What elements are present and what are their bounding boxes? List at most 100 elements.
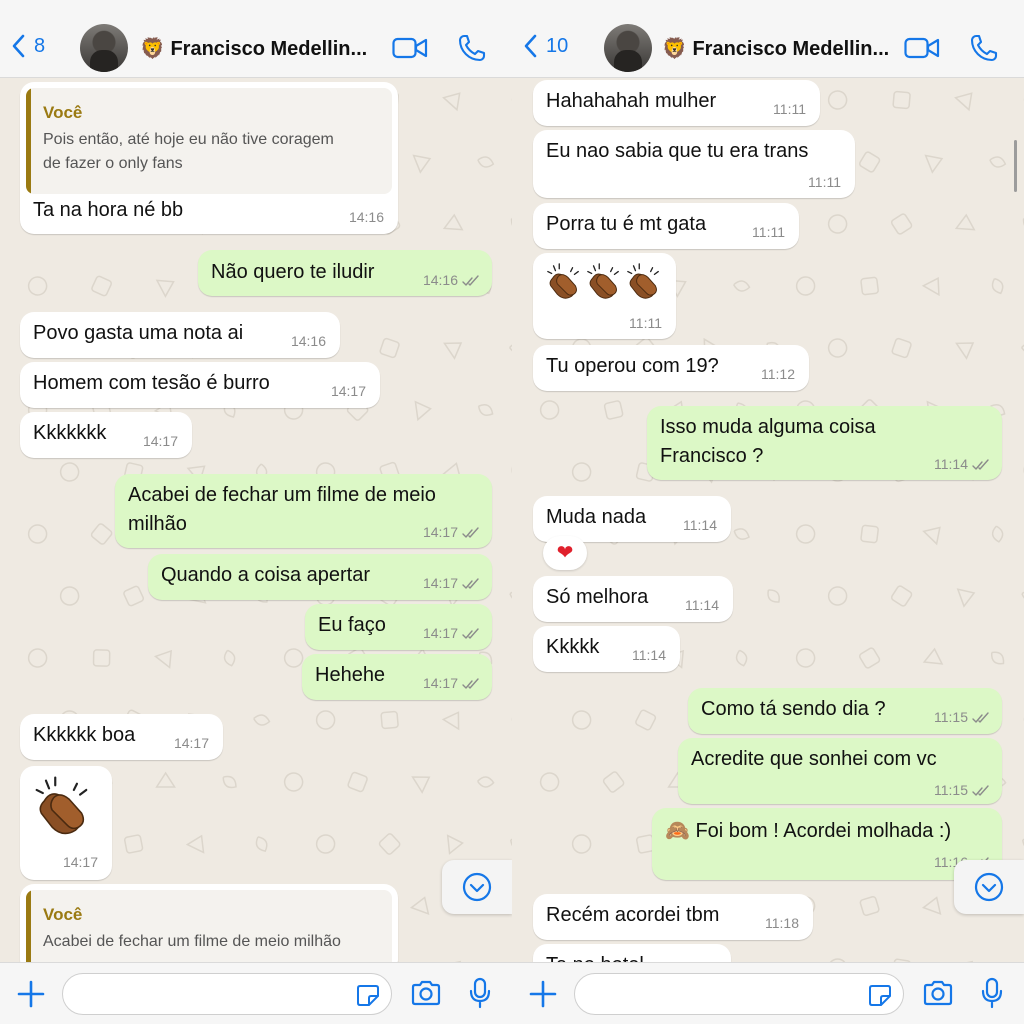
message-time: 11:14 <box>632 647 666 663</box>
outgoing-message[interactable]: 🙈 Foi bom ! Acordei molhada :) 11:16 <box>652 808 1002 880</box>
incoming-message[interactable]: Kkkkkk boa 14:17 <box>20 714 223 760</box>
chat-pane-left: Você Pois então, até hoje eu não tive cor… <box>0 0 512 1024</box>
incoming-message[interactable]: Só melhora 11:14 <box>533 576 733 622</box>
contact-avatar[interactable] <box>604 24 652 72</box>
emoji-content <box>32 776 94 838</box>
back-button[interactable]: 8 <box>12 34 45 58</box>
outgoing-message[interactable]: Isso muda alguma coisa Francisco ? 11:14 <box>647 406 1002 480</box>
incoming-message[interactable]: Povo gasta uma nota ai 14:16 <box>20 312 340 358</box>
chevron-down-icon <box>462 872 492 902</box>
contact-name[interactable]: 🦁 Francisco Medellin... <box>140 36 367 61</box>
voice-call-icon[interactable] <box>970 34 998 62</box>
sticker-icon[interactable] <box>355 982 381 1008</box>
message-time: 14:17 <box>422 524 458 540</box>
message-list: Hahahahah mulher 11:11 Eu nao sabia que tu… <box>512 0 1024 1024</box>
camera-icon[interactable] <box>410 979 442 1007</box>
message-composer <box>512 962 1024 1024</box>
plus-icon[interactable] <box>528 979 558 1009</box>
message-input[interactable] <box>574 973 904 1015</box>
quote-bar <box>26 890 31 970</box>
chat-pane-right: Hahahahah mulher 11:11 Eu nao sabia que tu… <box>512 0 1024 1024</box>
message-time: 14:17 <box>330 383 366 399</box>
incoming-message[interactable]: Tu operou com 19? 11:12 <box>533 345 809 391</box>
scroll-to-bottom-button[interactable] <box>442 860 512 914</box>
incoming-message[interactable]: Você Acabei de fechar um filme de meio mi… <box>20 884 398 974</box>
message-text: Povo gasta uma nota ai <box>33 322 244 344</box>
camera-icon[interactable] <box>922 979 954 1007</box>
outgoing-message[interactable]: Hehehe 14:17 <box>302 654 492 700</box>
clapping-hands-icon <box>547 263 579 299</box>
double-check-icon <box>462 678 479 689</box>
message-text: Hahahahah mulher <box>546 90 717 112</box>
chat-header: 10 🦁 Francisco Medellin... <box>512 0 1024 78</box>
message-text: Hehehe <box>315 664 386 686</box>
scroll-to-bottom-button[interactable] <box>954 860 1024 914</box>
contact-avatar[interactable] <box>80 24 128 72</box>
scroll-indicator <box>1014 140 1017 192</box>
emoji-content <box>545 263 663 301</box>
contact-name[interactable]: 🦁 Francisco Medellin... <box>662 36 889 61</box>
message-input[interactable] <box>62 973 392 1015</box>
incoming-message[interactable]: 11:11 <box>533 253 676 339</box>
message-time: 11:11 <box>808 174 841 190</box>
unread-count: 8 <box>34 34 46 57</box>
voice-call-icon[interactable] <box>458 34 486 62</box>
message-text: Kkkkkk boa <box>33 724 136 746</box>
message-time: 11:11 <box>773 101 806 117</box>
outgoing-message[interactable]: Quando a coisa apertar 14:17 <box>148 554 492 600</box>
quote-author: Você <box>43 905 83 924</box>
message-text: Não quero te iludir <box>211 261 375 283</box>
message-text: Kkkkk <box>546 636 600 658</box>
message-time: 11:11 <box>629 315 662 331</box>
message-text: Eu faço <box>318 614 386 636</box>
incoming-message[interactable]: Eu nao sabia que tu era trans 11:11 <box>533 130 855 198</box>
video-call-icon[interactable] <box>904 36 940 60</box>
incoming-message[interactable]: Kkkkkkk 14:17 <box>20 412 192 458</box>
unread-count: 10 <box>546 34 569 57</box>
message-text: milhão <box>128 513 187 535</box>
quoted-message[interactable]: Você Acabei de fechar um filme de meio mi… <box>26 890 392 970</box>
quote-text: de fazer o only fans <box>43 155 183 172</box>
incoming-message[interactable]: 14:17 <box>20 766 112 880</box>
message-text: Homem com tesão é burro <box>33 372 270 394</box>
message-text: Só melhora <box>546 586 649 608</box>
reaction-badge[interactable]: ❤ <box>543 536 587 570</box>
back-button[interactable]: 10 <box>524 34 568 58</box>
outgoing-message[interactable]: Acabei de fechar um filme de meio milhão 1… <box>115 474 492 548</box>
message-text: Ta na hora né bb <box>33 199 184 221</box>
message-time: 14:17 <box>422 625 458 641</box>
message-text: Isso muda alguma coisa <box>660 416 876 438</box>
chat-header: 8 🦁 Francisco Medellin... <box>0 0 512 78</box>
message-time: 11:18 <box>765 915 799 931</box>
quote-author: Você <box>43 103 83 122</box>
incoming-message[interactable]: Kkkkk 11:14 <box>533 626 680 672</box>
message-time: 11:15 <box>934 782 968 798</box>
clapping-hands-icon <box>587 263 619 299</box>
sticker-icon[interactable] <box>867 982 893 1008</box>
microphone-icon[interactable] <box>468 977 492 1009</box>
incoming-message[interactable]: Recém acordei tbm 11:18 <box>533 894 813 940</box>
outgoing-message[interactable]: Como tá sendo dia ? 11:15 <box>688 688 1002 734</box>
double-check-icon <box>972 712 989 723</box>
message-time: 11:11 <box>752 224 785 240</box>
message-text: Kkkkkkk <box>33 422 107 444</box>
quoted-message[interactable]: Você Pois então, até hoje eu não tive cor… <box>26 88 392 194</box>
incoming-message[interactable]: Porra tu é mt gata 11:11 <box>533 203 799 249</box>
incoming-message[interactable]: Você Pois então, até hoje eu não tive cor… <box>20 82 398 234</box>
plus-icon[interactable] <box>16 979 46 1009</box>
outgoing-message[interactable]: Não quero te iludir 14:16 <box>198 250 492 296</box>
double-check-icon <box>462 527 479 538</box>
microphone-icon[interactable] <box>980 977 1004 1009</box>
incoming-message[interactable]: Homem com tesão é burro 14:17 <box>20 362 380 408</box>
quote-text: Pois então, até hoje eu não tive coragem <box>43 131 334 148</box>
incoming-message[interactable]: Hahahahah mulher 11:11 <box>533 80 820 126</box>
message-text: Eu nao sabia que tu era trans <box>546 140 809 162</box>
video-call-icon[interactable] <box>392 36 428 60</box>
message-time: 14:17 <box>422 575 458 591</box>
outgoing-message[interactable]: Acredite que sonhei com vc 11:15 <box>678 738 1002 804</box>
message-time: 11:12 <box>761 366 795 382</box>
message-time: 11:14 <box>685 597 719 613</box>
message-time: 14:16 <box>422 272 458 288</box>
outgoing-message[interactable]: Eu faço 14:17 <box>305 604 492 650</box>
double-check-icon <box>972 785 989 796</box>
